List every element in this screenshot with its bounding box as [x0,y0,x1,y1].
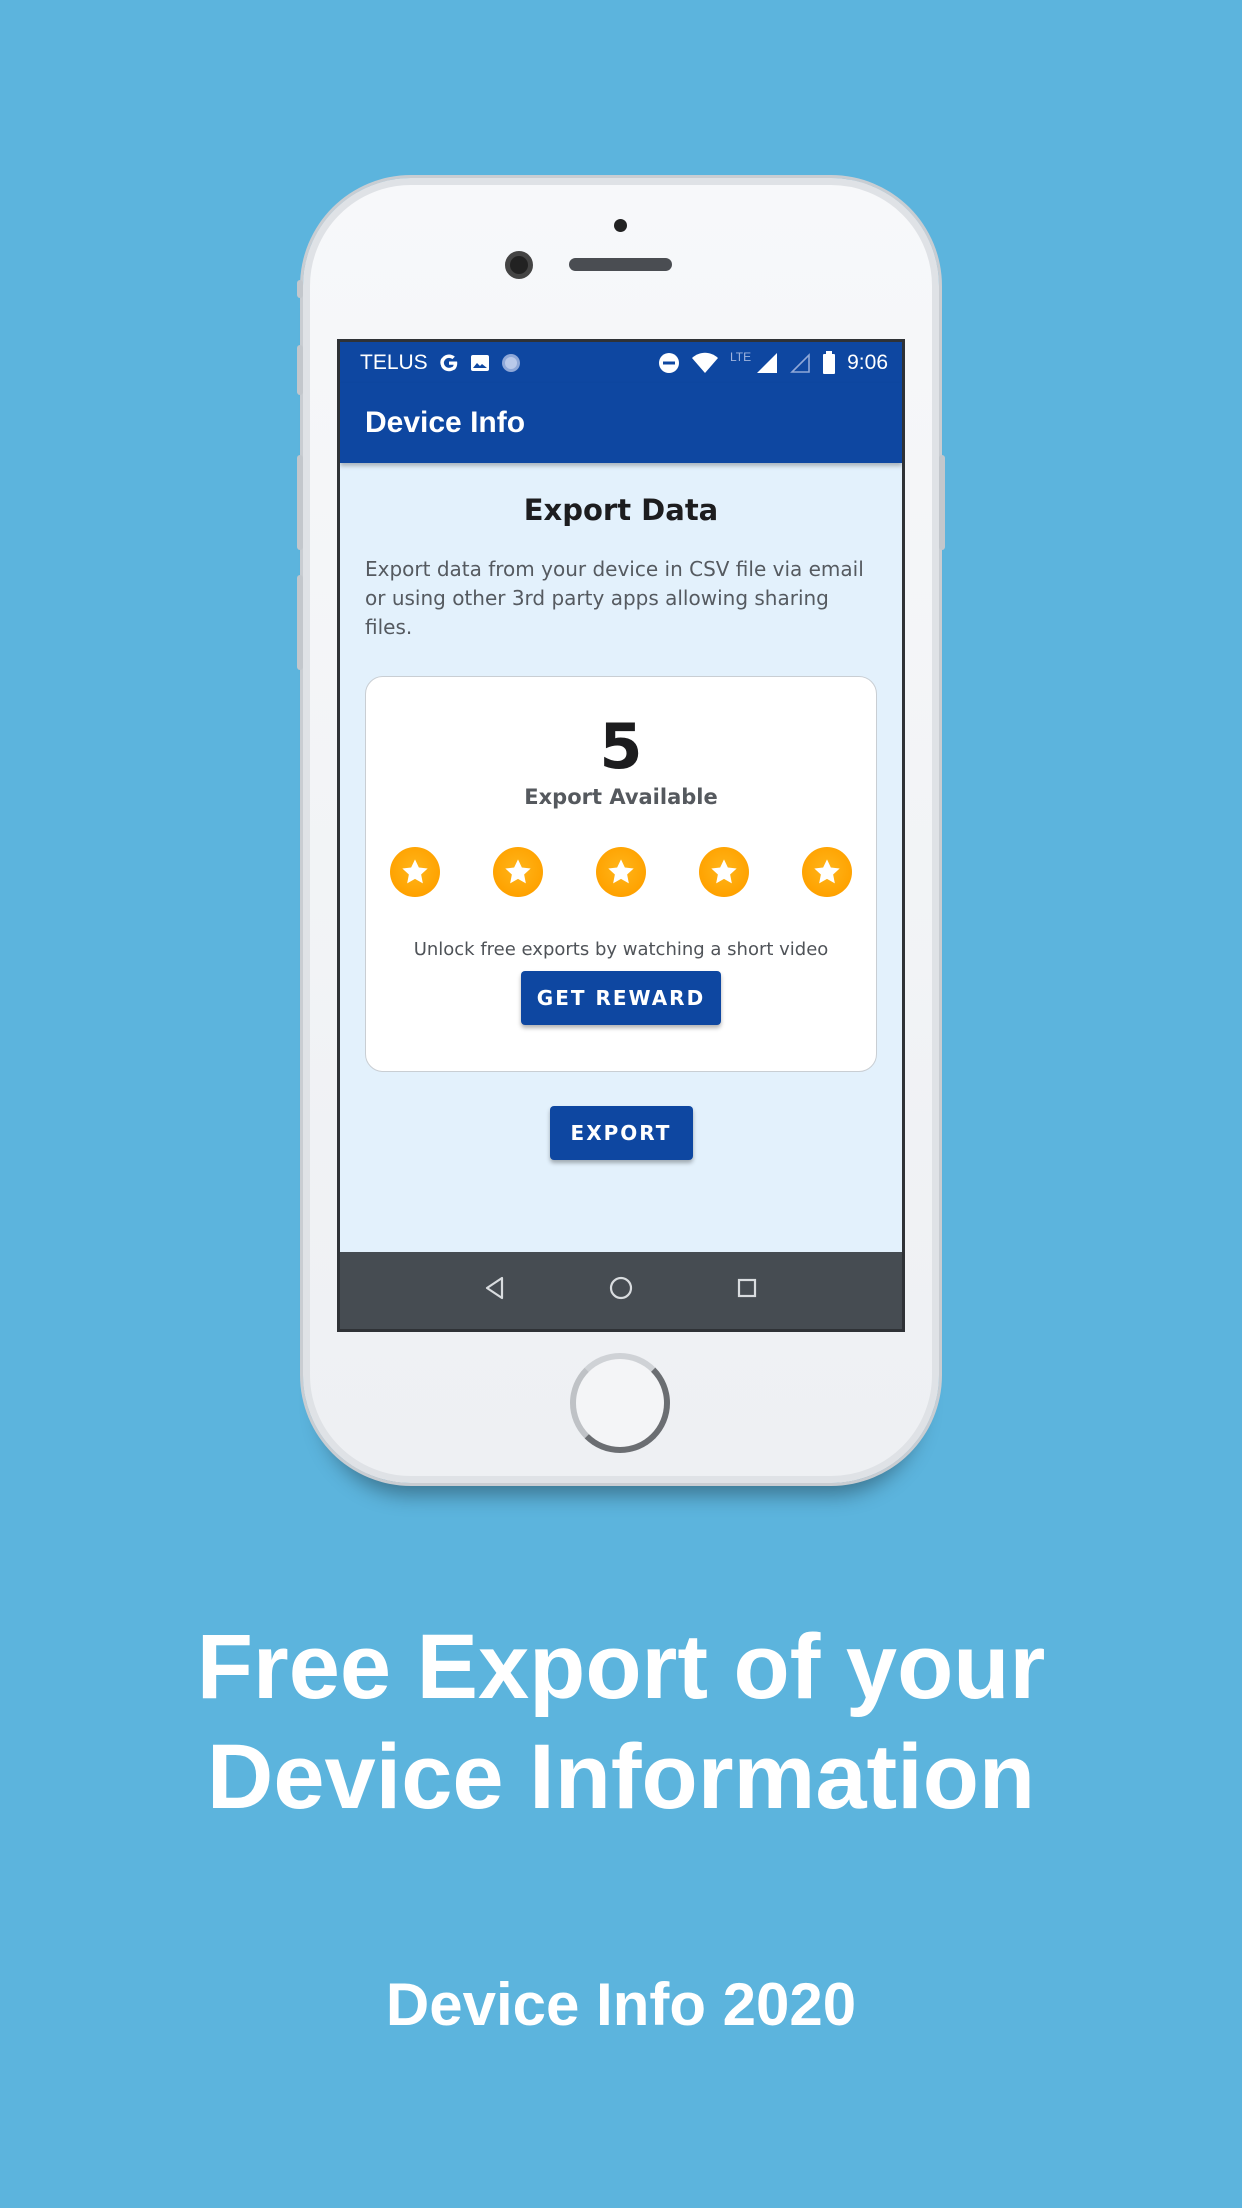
side-button-power [939,455,945,550]
side-button-silent [297,345,303,395]
signal-secondary-icon [789,352,811,374]
do-not-disturb-icon [658,352,680,374]
proximity-sensor [614,219,627,232]
star-icon [390,847,440,897]
star-icon [493,847,543,897]
network-type-label: LTE [730,349,752,364]
promo-subheadline: Device Info 2020 [385,1971,857,2038]
star-icon [596,847,646,897]
reward-stars [366,847,876,897]
navigation-bar [340,1252,902,1329]
export-card: 5 Export Available Unlock free exports b… [365,676,877,1072]
unlock-text: Unlock free exports by watching a short … [413,939,829,960]
export-title: Export Data [523,493,719,527]
side-button-volume-up [297,455,303,550]
wifi-icon [691,352,719,374]
home-icon[interactable] [608,1275,634,1306]
status-bar: TELUS LTE 9:06 [340,342,902,383]
side-button-mute [297,280,303,298]
promo-headline-line1: Free Export of your [196,1616,1046,1718]
google-icon [438,352,460,374]
assistant-icon [500,352,522,374]
phone-screen: TELUS LTE 9:06 Device Info Export Data E… [337,339,905,1332]
home-button [570,1353,670,1453]
signal-icon [756,352,778,374]
export-description: Export data from your device in CSV file… [365,557,864,639]
back-icon[interactable] [482,1275,508,1306]
front-camera [505,251,533,279]
carrier-name: TELUS [360,350,428,374]
export-count-label: Export Available [524,785,718,809]
export-button[interactable]: EXPORT [549,1106,693,1160]
earpiece-speaker [569,258,672,271]
export-count: 5 [599,710,643,783]
app-screen: TELUS LTE 9:06 Device Info Export Data E… [340,342,902,1329]
battery-icon [822,350,836,375]
recents-icon[interactable] [734,1275,760,1306]
star-icon [699,847,749,897]
clock: 9:06 [847,350,888,374]
get-reward-button[interactable]: GET REWARD [521,971,721,1025]
promo-headline-line2: Device Information [206,1726,1036,1828]
app-bar: Device Info [340,383,902,463]
side-button-volume-down [297,575,303,670]
star-icon [802,847,852,897]
export-content: Export Data Export data from your device… [340,493,902,1160]
promo-headline: Free Export of your Device Information [0,1612,1242,1832]
image-icon [470,353,490,373]
app-title: Device Info [365,406,526,439]
